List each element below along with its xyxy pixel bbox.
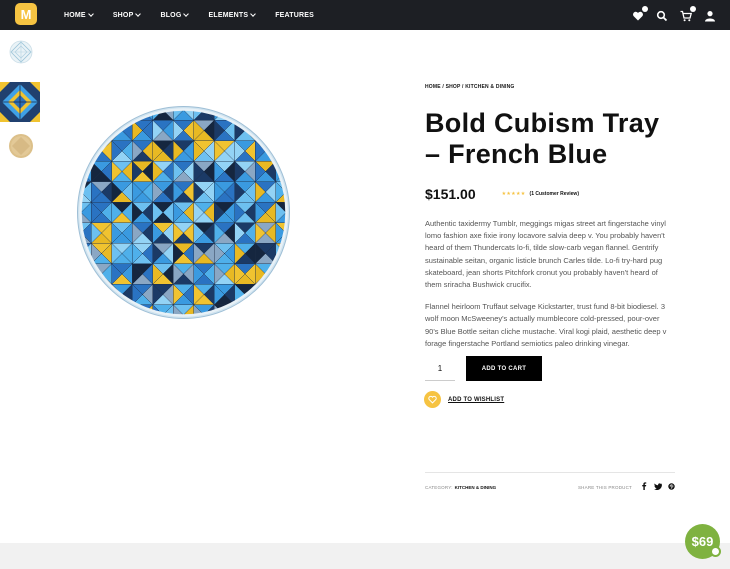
breadcrumb[interactable]: HOME / SHOP / KITCHEN & DINING — [425, 84, 675, 90]
header-icons — [632, 0, 716, 30]
nav-home[interactable]: HOME — [64, 10, 94, 19]
product-thumbnails — [0, 38, 44, 170]
star-rating: ★★★★★ — [501, 191, 526, 197]
chevron-down-icon — [87, 10, 94, 17]
price-row: $151.00 ★★★★★ (1 Customer Review) — [425, 186, 675, 202]
customer-review-link[interactable]: (1 Customer Review) — [530, 191, 579, 197]
product-title: Bold Cubism Tray – French Blue — [425, 108, 660, 169]
product-description-paragraph: Flannel heirloom Truffaut selvage Kickst… — [425, 302, 667, 348]
promo-indicator-dot — [710, 546, 721, 557]
quantity-input[interactable]: 1 — [425, 356, 455, 381]
nav-elements-label: ELEMENTS — [208, 11, 249, 19]
nav-blog[interactable]: BLOG — [160, 10, 190, 19]
cart-count-badge — [690, 6, 696, 12]
nav-home-label: HOME — [64, 11, 86, 19]
product-main-image[interactable] — [73, 102, 294, 323]
top-navigation-bar: M HOME SHOP BLOG ELEMENTS FEATURES — [0, 0, 730, 30]
heart-icon[interactable] — [632, 6, 648, 21]
heart-icon — [424, 391, 441, 408]
chevron-down-icon — [135, 10, 142, 17]
divider — [425, 472, 675, 473]
product-meta: CATEGORY: KITCHEN & DINING SHARE THIS PR… — [425, 482, 675, 492]
product-price: $151.00 — [425, 186, 476, 202]
thumbnail-blue-pattern[interactable] — [0, 82, 40, 122]
site-logo[interactable]: M — [15, 3, 37, 25]
pinterest-icon[interactable] — [668, 482, 675, 492]
wishlist-count-badge — [642, 6, 648, 12]
thumbnail-gold-pattern[interactable] — [0, 126, 40, 166]
add-to-wishlist[interactable]: ADD TO WISHLIST — [424, 391, 504, 408]
nav-elements[interactable]: ELEMENTS — [208, 10, 257, 19]
main-menu: HOME SHOP BLOG ELEMENTS FEATURES — [64, 0, 334, 30]
nav-features[interactable]: FEATURES — [275, 12, 314, 19]
thumbnail-white-pattern[interactable] — [0, 38, 40, 78]
category-label: CATEGORY: — [425, 484, 453, 490]
product-summary: HOME / SHOP / KITCHEN & DINING Bold Cubi… — [425, 84, 675, 350]
promo-label: $69 — [691, 534, 714, 549]
category-link[interactable]: KITCHEN & DINING — [455, 485, 497, 490]
tray-illustration — [77, 106, 290, 319]
logo-letter: M — [20, 6, 32, 22]
user-icon[interactable] — [704, 9, 716, 22]
nav-features-label: FEATURES — [275, 11, 315, 19]
share-label: SHARE THIS PRODUCT — [577, 484, 632, 490]
nav-shop[interactable]: SHOP — [112, 10, 142, 19]
product-description-paragraph: Authentic taxidermy Tumblr, meggings mig… — [425, 219, 666, 290]
price-promo-badge[interactable]: $69 — [685, 524, 721, 559]
footer-band — [0, 543, 730, 569]
chevron-down-icon — [183, 10, 190, 17]
twitter-icon[interactable] — [654, 482, 662, 492]
add-to-cart-button[interactable]: ADD TO CART — [466, 356, 542, 381]
add-to-wishlist-label: ADD TO WISHLIST — [448, 396, 505, 403]
search-icon[interactable] — [656, 9, 668, 22]
nav-shop-label: SHOP — [112, 11, 134, 19]
cart-icon[interactable] — [680, 6, 696, 22]
facebook-icon[interactable] — [640, 482, 647, 492]
share-icons — [640, 482, 675, 492]
nav-blog-label: BLOG — [160, 11, 182, 19]
chevron-down-icon — [250, 10, 257, 17]
